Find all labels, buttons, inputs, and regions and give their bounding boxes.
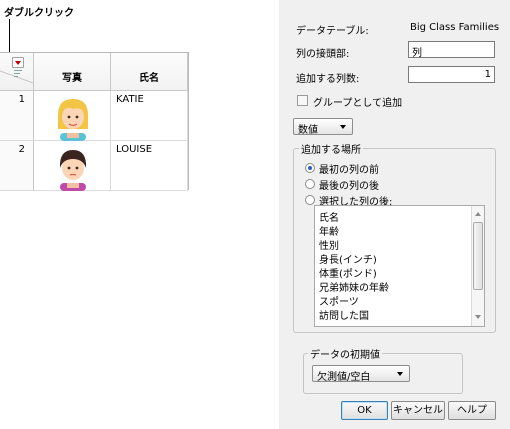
- data-table-value: Big Class Families: [410, 22, 500, 33]
- add-columns-dialog: データテーブル: Big Class Families 列の接頭部: 列 追加す…: [279, 0, 510, 429]
- row-selection-icon[interactable]: [14, 70, 22, 79]
- add-as-group-checkbox[interactable]: [297, 95, 308, 106]
- column-count-input[interactable]: 1: [408, 66, 495, 83]
- list-item[interactable]: 性別: [319, 237, 339, 252]
- photo-cell[interactable]: [34, 91, 111, 141]
- insert-location-title: 追加する場所: [299, 141, 363, 156]
- list-item[interactable]: 身長(インチ): [319, 251, 377, 266]
- chevron-down-icon: [397, 372, 403, 376]
- radio-label: 最後の列の後: [319, 181, 379, 192]
- help-button[interactable]: ヘルプ: [448, 401, 496, 420]
- scrollbar-thumb[interactable]: [473, 222, 483, 290]
- annotation-pointer-line: [9, 19, 10, 55]
- row-number[interactable]: 2: [0, 141, 34, 191]
- column-header-label: 写真: [62, 73, 82, 84]
- scroll-up-icon[interactable]: [475, 212, 481, 216]
- column-header-label: 氏名: [139, 73, 159, 84]
- data-type-select[interactable]: 数値: [293, 118, 353, 136]
- add-as-group-label: グループとして追加: [313, 98, 403, 109]
- radio-after-selected-column[interactable]: [305, 195, 315, 205]
- list-item[interactable]: 年齢: [319, 223, 339, 238]
- column-header-photo[interactable]: 写真: [34, 53, 111, 91]
- data-table: 写真 氏名 1 KATIE 2 LOUISE: [0, 52, 189, 191]
- data-type-value: 数値: [298, 125, 318, 136]
- list-item[interactable]: 氏名: [319, 209, 339, 224]
- radio-label: 最初の列の前: [319, 165, 379, 176]
- list-item[interactable]: 訪問した国: [319, 307, 369, 322]
- column-listbox[interactable]: 氏名 年齢 性別 身長(インチ) 体重(ポンド) 兄弟姉妹の年齢 スポーツ 訪問…: [314, 205, 485, 327]
- column-header-name[interactable]: 氏名: [111, 53, 188, 91]
- chevron-down-icon: [340, 125, 346, 129]
- photo-cell[interactable]: [34, 141, 111, 191]
- name-cell[interactable]: KATIE: [111, 91, 188, 141]
- list-scrollbar[interactable]: [471, 206, 484, 326]
- scroll-down-icon[interactable]: [475, 315, 481, 319]
- cancel-button[interactable]: キャンセル: [391, 401, 445, 420]
- initial-value-title: データの初期値: [308, 346, 382, 361]
- column-count-label: 追加する列数:: [296, 74, 360, 85]
- list-item[interactable]: 兄弟姉妹の年齢: [319, 279, 389, 294]
- column-prefix-label: 列の接頭部:: [296, 49, 350, 60]
- list-item[interactable]: スポーツ: [319, 293, 359, 308]
- girl-blonde-avatar-icon: [58, 99, 88, 141]
- table-menu-icon[interactable]: [12, 57, 24, 68]
- double-click-annotation: ダブルクリック: [4, 8, 74, 19]
- ok-button[interactable]: OK: [341, 401, 388, 420]
- table-corner: [0, 53, 34, 91]
- name-cell[interactable]: LOUISE: [111, 141, 188, 191]
- initial-value-value: 欠測値/空白: [317, 372, 371, 383]
- radio-after-last-column[interactable]: [305, 179, 315, 189]
- data-table-label: データテーブル:: [296, 26, 369, 37]
- column-prefix-input[interactable]: 列: [408, 41, 495, 58]
- list-item[interactable]: 体重(ポンド): [319, 265, 377, 280]
- radio-before-first-column[interactable]: [305, 163, 315, 173]
- row-number[interactable]: 1: [0, 91, 34, 141]
- initial-value-select[interactable]: 欠測値/空白: [312, 365, 410, 383]
- girl-dark-hair-avatar-icon: [59, 150, 87, 191]
